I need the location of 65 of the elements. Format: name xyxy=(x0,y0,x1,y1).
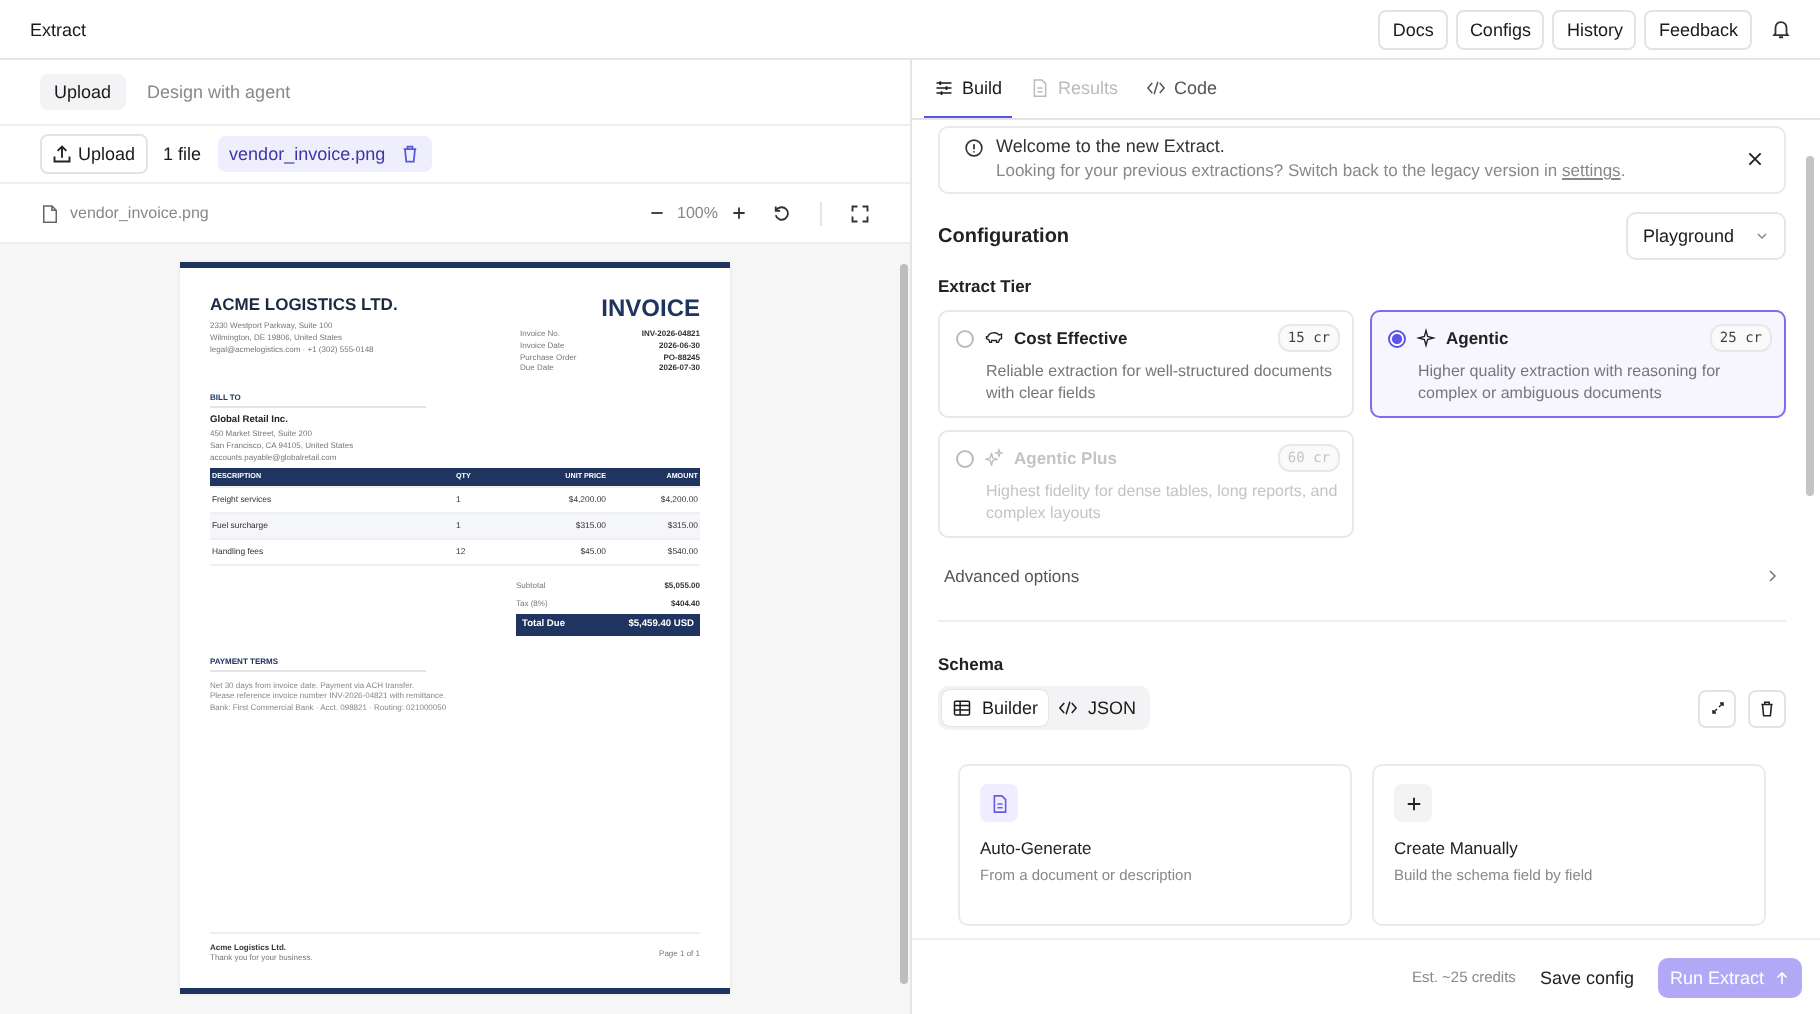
tier-name: Cost Effective xyxy=(1014,328,1128,348)
tab[interactable]: Upload xyxy=(40,74,126,110)
section-label: Schema xyxy=(938,654,1006,674)
page-title: Extract xyxy=(30,19,89,39)
tier-description: Higher quality extraction with reasoning for complex or ambiguous documents xyxy=(1416,360,1723,404)
sliders-icon xyxy=(934,78,954,98)
file-icon xyxy=(40,203,60,223)
invoice-title: INVOICE xyxy=(601,294,700,322)
arrow-up-icon xyxy=(1774,969,1790,985)
file-count: 1 file xyxy=(163,144,202,164)
tier-name: Agentic Plus xyxy=(1014,448,1117,468)
file-name: vendor_invoice.png xyxy=(70,204,209,222)
tier-description: Reliable extraction for well-structured documents with clear fields xyxy=(984,360,1334,404)
radio-button[interactable] xyxy=(956,329,974,347)
upload-icon xyxy=(52,144,72,164)
tab[interactable]: Build xyxy=(924,60,1013,118)
delete-button[interactable] xyxy=(1748,689,1786,727)
sparkles-icon xyxy=(984,448,1004,468)
scrollbar[interactable] xyxy=(1806,156,1814,496)
card-title: Create Manually xyxy=(1394,838,1520,858)
section-label: Extract Tier xyxy=(938,276,1034,296)
file-name: vendor_invoice.png xyxy=(229,144,386,164)
header-button[interactable]: Configs xyxy=(1455,9,1545,49)
mode-toggle[interactable]: Builder xyxy=(942,690,1049,726)
trash-icon xyxy=(1758,699,1776,717)
upload-button[interactable]: Upload xyxy=(40,134,148,174)
banner-text: Looking for your previous extractions? Switch back to the legacy version in settings. xyxy=(996,160,1628,180)
zoom-level: 100% xyxy=(677,204,718,222)
chevron-right-icon xyxy=(1764,568,1780,584)
header-button[interactable]: Docs xyxy=(1378,9,1448,49)
radio-button[interactable] xyxy=(1388,329,1406,347)
header-button[interactable]: Feedback xyxy=(1644,9,1752,49)
close-icon[interactable] xyxy=(1746,150,1764,168)
tier-description: Highest fidelity for dense tables, long reports, and complex layouts xyxy=(984,480,1340,524)
advanced-options[interactable]: Advanced options xyxy=(938,566,1786,586)
card-title: Auto-Generate xyxy=(980,838,1094,858)
tier-name: Agentic xyxy=(1446,328,1509,348)
piggy-bank-icon xyxy=(984,328,1004,348)
settings-link[interactable]: settings xyxy=(1562,160,1621,180)
expand-button[interactable] xyxy=(1698,689,1736,727)
save-config-button[interactable]: Save config xyxy=(1535,959,1638,995)
section-title: Configuration xyxy=(938,225,1070,247)
scrollbar[interactable] xyxy=(900,264,908,984)
tab[interactable]: Design with agent xyxy=(133,74,305,110)
code-icon xyxy=(1146,78,1167,98)
document-icon xyxy=(1030,78,1051,98)
tab[interactable]: Code xyxy=(1136,60,1228,118)
info-icon xyxy=(964,138,984,158)
banner-title: Welcome to the new Extract. xyxy=(996,136,1227,156)
reset-icon[interactable] xyxy=(772,203,792,223)
code-icon xyxy=(1058,698,1079,718)
company-name: ACME LOGISTICS LTD. xyxy=(210,294,398,314)
document-icon xyxy=(989,793,1009,813)
plus-icon xyxy=(1403,793,1423,813)
mode-dropdown[interactable]: Playground xyxy=(1626,212,1786,260)
bell-icon[interactable] xyxy=(1770,18,1792,40)
sparkle-icon xyxy=(1416,328,1436,348)
zoom-in-icon[interactable] xyxy=(730,204,748,222)
fullscreen-icon[interactable] xyxy=(850,203,870,223)
header-button[interactable]: History xyxy=(1552,9,1637,49)
trash-icon[interactable] xyxy=(399,144,420,164)
table-icon xyxy=(952,698,972,718)
expand-icon xyxy=(1709,700,1725,716)
chevron-down-icon xyxy=(1754,228,1770,244)
mode-toggle[interactable]: JSON xyxy=(1048,690,1147,726)
